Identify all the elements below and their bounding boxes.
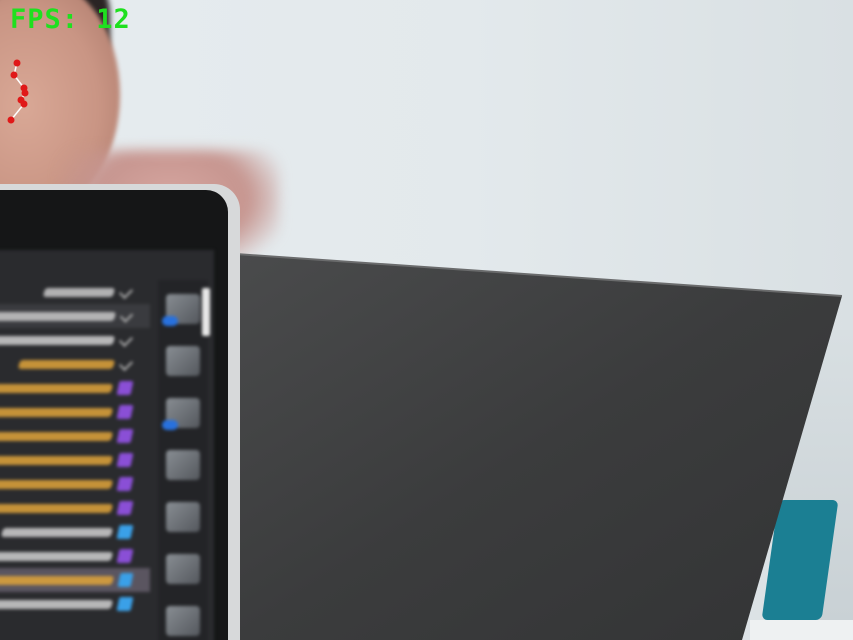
object-list-row[interactable] (0, 328, 150, 352)
landmark-point (13, 59, 21, 67)
object-type-icon (116, 453, 134, 467)
object-list-row-label (17, 359, 116, 369)
object-list-row[interactable] (0, 592, 150, 616)
landmark-point (10, 71, 18, 79)
object-type-icon (116, 525, 134, 539)
object-list-row[interactable] (0, 400, 150, 424)
plane-tool-icon[interactable] (166, 450, 200, 480)
object-type-icon (116, 477, 134, 491)
object-list-row-label (0, 575, 114, 585)
flask-icon[interactable] (166, 606, 200, 636)
layers-tool-icon[interactable] (162, 398, 200, 430)
extrude-tool-icon[interactable] (166, 554, 200, 584)
camera-frame: FPS: 12 (0, 0, 853, 640)
object-list-row-label (0, 407, 114, 417)
object-list-row[interactable] (0, 496, 150, 520)
object-list-row-label (0, 383, 114, 393)
object-list (0, 280, 150, 616)
object-list-row[interactable] (0, 448, 150, 472)
tool-palette (158, 280, 208, 640)
object-list-row[interactable] (0, 376, 150, 400)
object-type-icon (116, 549, 134, 563)
object-list-row[interactable] (0, 424, 150, 448)
object-list-row-label (0, 455, 114, 465)
check-icon (118, 284, 134, 300)
object-list-row[interactable] (0, 472, 150, 496)
laptop-screen (0, 250, 214, 640)
shape-tool-icon[interactable] (162, 294, 200, 326)
object-list-row-label (0, 599, 114, 609)
landmark-point (7, 116, 15, 124)
object-type-icon (116, 429, 134, 443)
object-list-row-label (0, 503, 114, 513)
search-icon[interactable] (166, 346, 200, 376)
fps-counter: FPS: 12 (10, 4, 131, 35)
object-list-row-label (42, 287, 116, 297)
object-type-icon (116, 381, 134, 395)
object-list-row-label (0, 551, 114, 561)
boolean-tool-icon[interactable] (166, 502, 200, 532)
object-type-icon (116, 501, 134, 515)
object-type-icon (116, 405, 134, 419)
object-list-row-label (0, 431, 114, 441)
object-list-row[interactable] (0, 280, 150, 304)
object-type-icon (117, 573, 134, 587)
object-list-row-label (0, 479, 114, 489)
scrollbar-thumb (202, 288, 210, 336)
check-icon (118, 356, 134, 372)
check-icon (119, 309, 134, 323)
object-list-row[interactable] (0, 520, 150, 544)
object-list-row[interactable] (0, 544, 150, 568)
landmark-point (20, 100, 28, 108)
object-type-icon (116, 597, 134, 611)
board-surface (236, 254, 842, 640)
object-list-row[interactable] (0, 568, 150, 592)
landmark-point (21, 89, 29, 97)
object-list-row[interactable] (0, 304, 150, 328)
object-list-row-label (0, 311, 117, 321)
object-list-row-label (0, 527, 114, 537)
object-list-row-label (0, 335, 116, 345)
check-icon (119, 333, 134, 347)
object-list-row[interactable] (0, 352, 150, 376)
